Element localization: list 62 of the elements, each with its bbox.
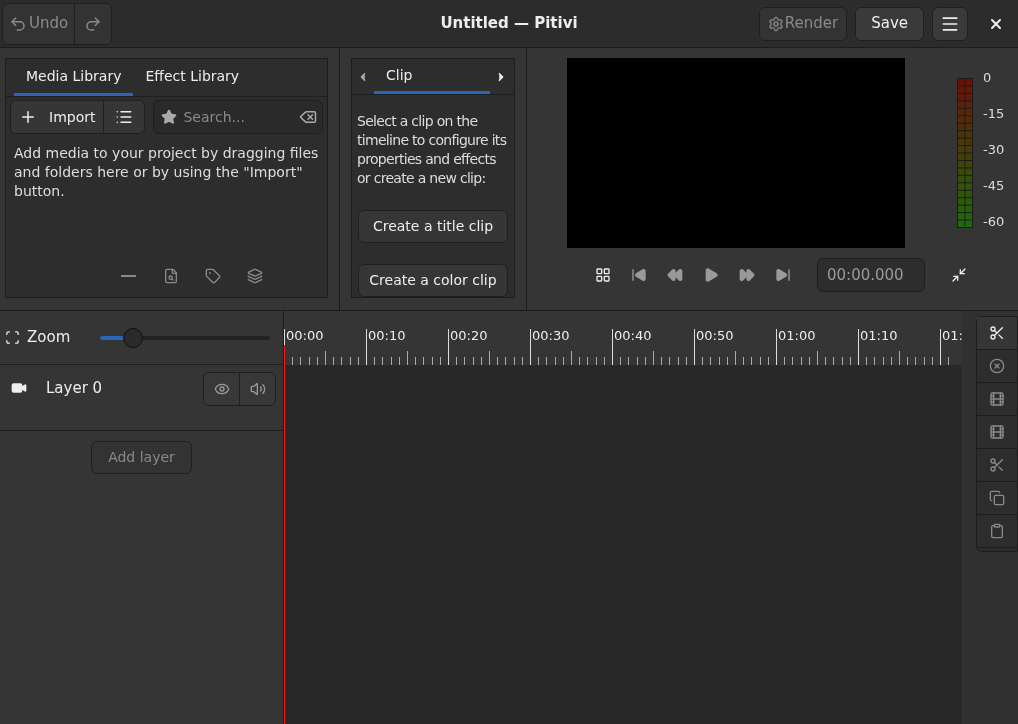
- menu-button[interactable]: [932, 6, 968, 41]
- search-field[interactable]: Search...: [153, 100, 323, 134]
- tab[interactable]: Media Library: [14, 59, 134, 96]
- play-icon: [703, 267, 719, 283]
- create-clip-button[interactable]: Create a color clip: [358, 264, 508, 297]
- ruler-label: 00:50: [695, 329, 734, 343]
- ruler-label: 00:10: [367, 329, 406, 343]
- speaker-icon: [249, 381, 266, 397]
- meter-label: 0: [983, 70, 993, 86]
- zoom-fit-icon[interactable]: [5, 330, 20, 345]
- timecode-field[interactable]: 00:00.000: [817, 258, 925, 292]
- library-hint: Add media to your project by dragging files and folders here or by using the "Import" button.: [13, 144, 320, 201]
- layer-name: Layer 0: [46, 378, 103, 399]
- ruler-label: 01:10: [859, 329, 898, 343]
- star-icon: [161, 109, 178, 125]
- meter-label: -30: [983, 142, 1005, 158]
- scissors-button[interactable]: [977, 317, 1017, 350]
- tab[interactable]: Clip: [374, 59, 490, 94]
- create-clip-button[interactable]: Create a title clip: [358, 210, 508, 243]
- film-strip-icon: [989, 424, 1005, 440]
- visibility-button[interactable]: [204, 373, 240, 405]
- list-icon: [115, 108, 134, 126]
- meter-label: -60: [983, 214, 1005, 230]
- eye-icon: [213, 381, 230, 397]
- import-button[interactable]: Import: [11, 101, 105, 133]
- video-camera-icon: [11, 380, 27, 396]
- undo-icon: [9, 14, 27, 33]
- document-search-icon: [162, 268, 179, 284]
- window-title: Untitled — Pitivi: [440, 13, 578, 35]
- list-view-button[interactable]: [104, 101, 145, 133]
- clipboard-icon: [989, 523, 1005, 539]
- layers-icon: [246, 268, 263, 284]
- tag-icon: [204, 268, 221, 284]
- minus-icon: [121, 275, 136, 277]
- scissors-icon: [989, 325, 1005, 341]
- clear-icon[interactable]: [299, 108, 317, 126]
- copy-icon: [989, 490, 1005, 506]
- meter-label: -45: [983, 178, 1005, 194]
- zoom-slider[interactable]: [100, 326, 271, 349]
- skip-forward-icon: [775, 267, 791, 283]
- gears-icon: [767, 15, 784, 32]
- skip-back-icon: [631, 267, 647, 283]
- ruler-label: 00:30: [531, 329, 570, 343]
- zoom-label: Zoom: [27, 327, 71, 349]
- ruler-label: 00:00: [285, 329, 324, 343]
- ruler-label: 01:: [941, 329, 962, 343]
- fast-forward-icon: [739, 267, 755, 283]
- meter-label: -15: [983, 106, 1005, 122]
- ruler-label: 00:20: [449, 329, 488, 343]
- film-strip-icon: [989, 391, 1005, 407]
- ruler-label: 01:00: [777, 329, 816, 343]
- save-button[interactable]: Save: [855, 6, 924, 41]
- clip-hint: Select a clip on the timeline to configure its properties and effects or create a new clip:: [357, 112, 508, 188]
- grid-icon: [595, 267, 611, 283]
- redo-icon: [84, 14, 103, 33]
- ruler-label: 00:40: [613, 329, 652, 343]
- scissors-icon: [989, 457, 1005, 473]
- plus-icon: [19, 108, 37, 126]
- close-circle-icon: [989, 358, 1005, 374]
- shrink-arrows-icon: [951, 267, 967, 283]
- rewind-icon: [667, 267, 683, 283]
- tab[interactable]: Effect Library: [133, 59, 252, 96]
